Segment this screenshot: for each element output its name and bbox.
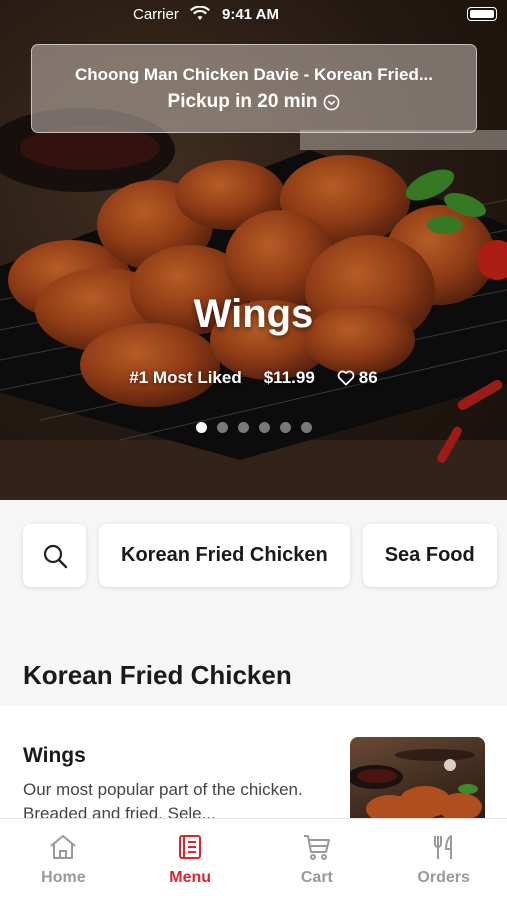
- tab-menu-label: Menu: [169, 869, 212, 886]
- tab-orders-label: Orders: [417, 869, 470, 886]
- hero-banner[interactable]: Carrier 9:41 AM Choong Man Chicken Davie…: [0, 0, 507, 500]
- carousel-dots[interactable]: [0, 422, 507, 433]
- status-time: 9:41 AM: [222, 6, 279, 23]
- carousel-dot[interactable]: [279, 422, 291, 433]
- menu-item-card[interactable]: Wings Our most popular part of the chick…: [0, 706, 507, 832]
- tab-menu[interactable]: Menu: [127, 819, 254, 900]
- battery-icon: [467, 7, 497, 21]
- home-icon: [50, 835, 77, 859]
- tab-cart[interactable]: Cart: [254, 819, 381, 900]
- category-pill[interactable]: Sea Food: [362, 524, 497, 587]
- section-title: Korean Fried Chicken: [23, 660, 292, 690]
- featured-likes: 86: [337, 368, 378, 388]
- carousel-dot[interactable]: [216, 422, 228, 433]
- category-bar: Korean Fried Chicken Sea Food: [23, 524, 497, 587]
- tab-orders[interactable]: Orders: [380, 819, 507, 900]
- category-pill[interactable]: Korean Fried Chicken: [99, 524, 350, 587]
- tab-home[interactable]: Home: [0, 819, 127, 900]
- featured-rank: #1 Most Liked: [129, 368, 242, 387]
- carrier-label: Carrier: [133, 6, 179, 23]
- pickup-time-label: Pickup in 20 min: [167, 91, 318, 112]
- tab-cart-label: Cart: [300, 869, 333, 886]
- featured-item-meta: #1 Most Liked $11.99 86: [0, 368, 507, 388]
- carousel-dot[interactable]: [258, 422, 270, 433]
- wifi-icon: [190, 6, 210, 20]
- store-pickup-banner[interactable]: Choong Man Chicken Davie - Korean Fried.…: [31, 44, 477, 133]
- category-search-button[interactable]: [23, 524, 86, 587]
- bottom-tab-bar: Home Menu Cart Orders: [0, 818, 507, 900]
- carousel-dot[interactable]: [300, 422, 312, 433]
- featured-item-title: Wings: [193, 292, 314, 336]
- tab-home-label: Home: [41, 869, 86, 886]
- status-bar: Carrier 9:41 AM: [0, 0, 507, 30]
- heart-icon: [337, 370, 355, 386]
- menu-item-name: Wings: [23, 744, 86, 767]
- store-name: Choong Man Chicken Davie - Korean Fried.…: [75, 65, 433, 84]
- featured-price: $11.99: [263, 368, 315, 387]
- carousel-dot[interactable]: [195, 422, 207, 433]
- chevron-down-circle-icon: [324, 94, 340, 110]
- carousel-dot[interactable]: [237, 422, 249, 433]
- pickup-time-selector[interactable]: Pickup in 20 min: [32, 91, 476, 113]
- search-icon: [43, 544, 67, 568]
- cart-icon: [303, 835, 330, 860]
- likes-count: 86: [358, 368, 378, 387]
- fork-knife-icon: [433, 835, 452, 859]
- menu-book-icon: [179, 835, 202, 859]
